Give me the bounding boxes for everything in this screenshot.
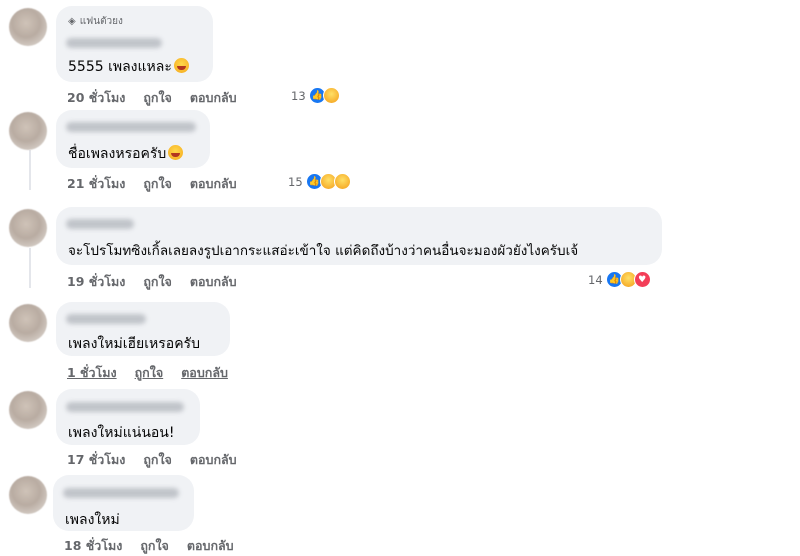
comment-text: ชื่อเพลงหรอครับ <box>68 143 184 165</box>
comment-bubble: เพลงใหม่ <box>53 475 194 531</box>
like-button[interactable]: ถูกใจ <box>143 88 172 108</box>
timestamp[interactable]: 19 ชั่วโมง <box>67 272 125 292</box>
reaction-summary[interactable]: 14 👍 ♥ <box>588 271 651 288</box>
commenter-name[interactable] <box>66 38 162 48</box>
comment-bubble: จะโปรโมทซิงเกิ้ลเลยลงรูปเอากระแสอ่ะเข้าใ… <box>56 207 662 265</box>
like-button[interactable]: ถูกใจ <box>143 174 172 194</box>
commenter-name[interactable] <box>63 488 179 498</box>
reaction-count: 14 <box>588 272 603 287</box>
timestamp[interactable]: 1 ชั่วโมง <box>67 363 117 383</box>
comment-item: เพลงใหม่ 18 ชั่วโมง ถูกใจ ตอบกลับ <box>0 472 800 553</box>
laughing-emoji-icon <box>173 58 189 73</box>
commenter-name[interactable] <box>66 219 134 229</box>
comment-item: ชื่อเพลงหรอครับ 21 ชั่วโมง ถูกใจ ตอบกลับ… <box>0 108 800 198</box>
top-fan-badge: ◈ แฟนตัวยง <box>68 14 123 29</box>
avatar[interactable] <box>9 304 47 342</box>
comment-item: เพลงใหม่เฮียเหรอครับ 1 ชั่วโมง ถูกใจ ตอบ… <box>0 298 800 384</box>
reaction-count: 13 <box>291 88 306 103</box>
reply-button[interactable]: ตอบกลับ <box>190 450 237 470</box>
comment-bubble: ◈ แฟนตัวยง 5555 เพลงแหละ <box>56 6 213 82</box>
like-button[interactable]: ถูกใจ <box>140 536 169 556</box>
comment-item: จะโปรโมทซิงเกิ้ลเลยลงรูปเอากระแสอ่ะเข้าใ… <box>0 205 800 295</box>
comment-text: เพลงใหม่เฮียเหรอครับ <box>68 336 200 352</box>
timestamp[interactable]: 21 ชั่วโมง <box>67 174 125 194</box>
reply-button[interactable]: ตอบกลับ <box>190 174 237 194</box>
comment-text: 5555 เพลงแหละ <box>68 56 189 78</box>
reply-button[interactable]: ตอบกลับ <box>190 88 237 108</box>
timestamp[interactable]: 20 ชั่วโมง <box>67 88 125 108</box>
love-icon: ♥ <box>633 271 651 288</box>
comment-actions: 20 ชั่วโมง ถูกใจ ตอบกลับ <box>67 88 237 108</box>
like-button[interactable]: ถูกใจ <box>143 450 172 470</box>
comment-text: เพลงใหม่ <box>65 512 120 528</box>
comment-actions: 1 ชั่วโมง ถูกใจ ตอบกลับ <box>67 363 228 383</box>
commenter-name[interactable] <box>66 314 146 324</box>
comment-actions: 17 ชั่วโมง ถูกใจ ตอบกลับ <box>67 450 237 470</box>
avatar[interactable] <box>9 8 47 46</box>
comment-text: จะโปรโมทซิงเกิ้ลเลยลงรูปเอากระแสอ่ะเข้าใ… <box>68 243 579 259</box>
avatar[interactable] <box>9 112 47 150</box>
timestamp[interactable]: 17 ชั่วโมง <box>67 450 125 470</box>
comment-item: ◈ แฟนตัวยง 5555 เพลงแหละ 20 ชั่วโมง ถูกใ… <box>0 0 800 110</box>
grinning-emoji-icon <box>168 145 184 160</box>
haha-icon <box>322 87 340 104</box>
avatar[interactable] <box>9 209 47 247</box>
reaction-summary[interactable]: 15 👍 <box>288 173 351 190</box>
timestamp[interactable]: 18 ชั่วโมง <box>64 536 122 556</box>
like-button[interactable]: ถูกใจ <box>135 363 164 383</box>
comment-actions: 19 ชั่วโมง ถูกใจ ตอบกลับ <box>67 272 237 292</box>
reply-button[interactable]: ตอบกลับ <box>187 536 234 556</box>
commenter-name[interactable] <box>66 402 184 412</box>
comment-bubble: ชื่อเพลงหรอครับ <box>56 110 210 168</box>
comment-text: เพลงใหม่แน่นอน! <box>68 425 175 441</box>
like-button[interactable]: ถูกใจ <box>143 272 172 292</box>
comment-item: เพลงใหม่แน่นอน! 17 ชั่วโมง ถูกใจ ตอบกลับ <box>0 385 800 469</box>
avatar[interactable] <box>9 391 47 429</box>
reply-button[interactable]: ตอบกลับ <box>181 363 228 383</box>
avatar[interactable] <box>9 476 47 514</box>
care-icon <box>333 173 351 190</box>
reply-button[interactable]: ตอบกลับ <box>190 272 237 292</box>
comment-actions: 18 ชั่วโมง ถูกใจ ตอบกลับ <box>64 536 234 556</box>
reaction-count: 15 <box>288 174 303 189</box>
diamond-icon: ◈ <box>68 16 76 27</box>
badge-label: แฟนตัวยง <box>79 16 123 27</box>
reaction-summary[interactable]: 13 👍 <box>291 87 340 104</box>
commenter-name[interactable] <box>66 122 196 132</box>
comment-bubble: เพลงใหม่เฮียเหรอครับ <box>56 302 230 356</box>
comment-actions: 21 ชั่วโมง ถูกใจ ตอบกลับ <box>67 174 237 194</box>
comment-bubble: เพลงใหม่แน่นอน! <box>56 389 200 445</box>
